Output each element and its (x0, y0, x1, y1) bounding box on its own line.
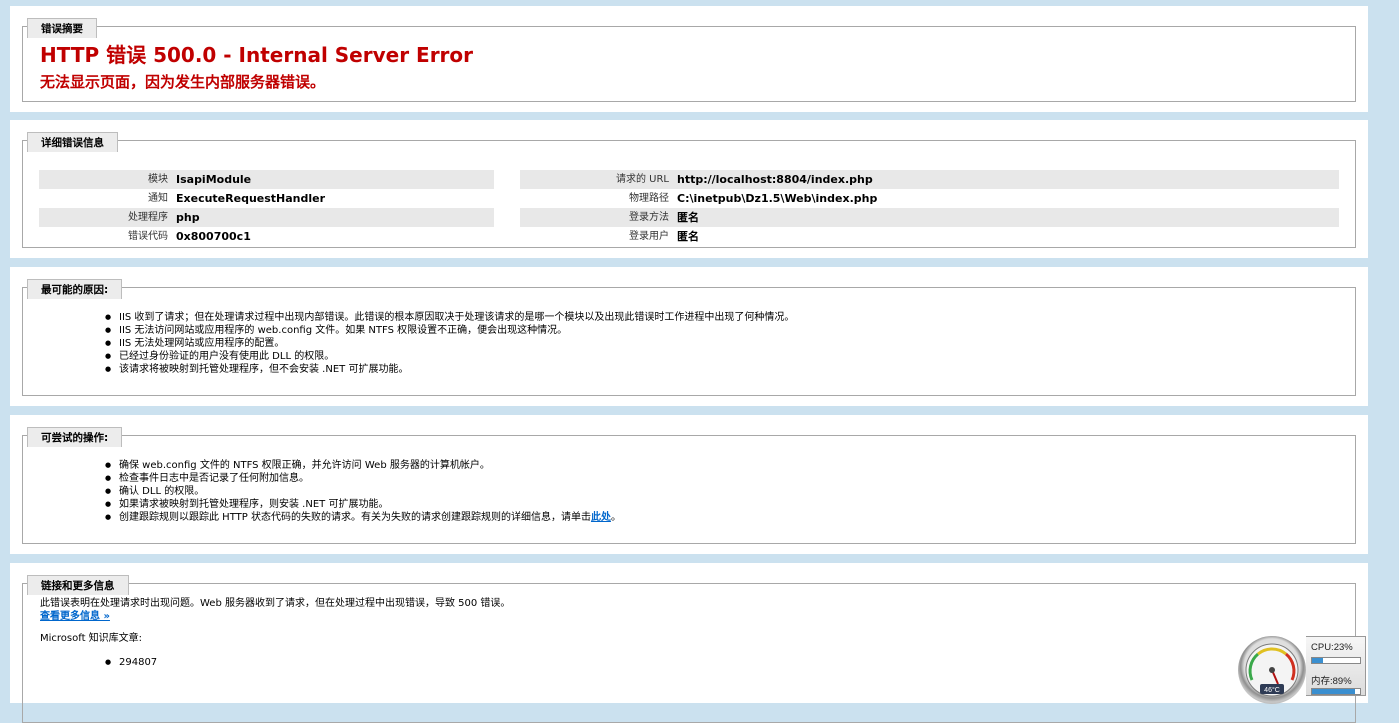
detail-label: 请求的 URL (615, 174, 669, 185)
detail-label: 模块 (148, 174, 168, 185)
memory-bar (1311, 688, 1361, 695)
memory-label: 内存:89% (1311, 676, 1352, 687)
summary-legend: 错误摘要 (27, 18, 97, 38)
list-item-end: 。 (610, 512, 621, 523)
links-panel: 链接和更多信息 此错误表明在处理请求时出现问题。Web 服务器收到了请求，但在处… (10, 563, 1368, 723)
list-item: 如果请求被映射到托管处理程序，则安装 .NET 可扩展功能。 (105, 498, 621, 511)
list-item: 创建跟踪规则以跟踪此 HTTP 状态代码的失败的请求。有关为失败的请求创建跟踪规… (105, 511, 621, 524)
detail-label: 通知 (148, 193, 168, 204)
detail-value: php (176, 211, 200, 224)
actions-fieldset: 可尝试的操作: 确保 web.config 文件的 NTFS 权限正确，并允许访… (22, 427, 1356, 544)
causes-panel: 最可能的原因: IIS 收到了请求；但在处理请求过程中出现内部错误。此错误的根本… (10, 267, 1368, 406)
gadget-side-panel: CPU:23% 内存:89% (1306, 636, 1366, 696)
actions-list: 确保 web.config 文件的 NTFS 权限正确，并允许访问 Web 服务… (105, 459, 621, 524)
more-info-link[interactable]: 查看更多信息 » (40, 611, 110, 622)
cpu-bar-fill (1312, 658, 1324, 663)
gauge-face-icon: 46°C (1245, 643, 1299, 697)
list-item: 检查事件日志中是否记录了任何附加信息。 (105, 472, 621, 485)
detail-value: ExecuteRequestHandler (176, 192, 326, 205)
causes-legend: 最可能的原因: (27, 279, 123, 299)
gauge-dial: 46°C (1238, 636, 1306, 704)
details-left-table: 模块 IsapiModule 通知 ExecuteRequestHandler … (39, 170, 494, 246)
list-item: 该请求将被映射到托管处理程序，但不会安装 .NET 可扩展功能。 (105, 363, 794, 376)
details-legend: 详细错误信息 (27, 132, 118, 152)
links-legend: 链接和更多信息 (27, 575, 129, 595)
detail-row: 登录方法 匿名 (520, 208, 1339, 227)
summary-panel: 错误摘要 HTTP 错误 500.0 - Internal Server Err… (10, 6, 1368, 112)
memory-bar-fill (1312, 689, 1355, 694)
list-item: IIS 无法访问网站或应用程序的 web.config 文件。如果 NTFS 权… (105, 324, 794, 337)
list-item: IIS 收到了请求；但在处理请求过程中出现内部错误。此错误的根本原因取决于处理该… (105, 311, 794, 324)
detail-row: 登录用户 匿名 (520, 227, 1339, 246)
detail-label: 错误代码 (128, 231, 168, 242)
kb-label: Microsoft 知识库文章: (40, 633, 143, 644)
detail-value: http://localhost:8804/index.php (677, 173, 873, 186)
detail-row: 模块 IsapiModule (39, 170, 494, 189)
cpu-label: CPU:23% (1311, 642, 1353, 653)
links-fieldset: 链接和更多信息 此错误表明在处理请求时出现问题。Web 服务器收到了请求，但在处… (22, 575, 1356, 723)
list-item: 确保 web.config 文件的 NTFS 权限正确，并允许访问 Web 服务… (105, 459, 621, 472)
cpu-bar (1311, 657, 1361, 664)
list-item-text: 创建跟踪规则以跟踪此 HTTP 状态代码的失败的请求。有关为失败的请求创建跟踪规… (119, 512, 591, 523)
causes-list: IIS 收到了请求；但在处理请求过程中出现内部错误。此错误的根本原因取决于处理该… (105, 311, 794, 376)
error-title: HTTP 错误 500.0 - Internal Server Error (40, 43, 474, 67)
details-panel: 详细错误信息 模块 IsapiModule 通知 ExecuteRequestH… (10, 120, 1368, 258)
list-item: 已经过身份验证的用户没有使用此 DLL 的权限。 (105, 350, 794, 363)
detail-value: 匿名 (677, 230, 699, 243)
kb-list: 294807 (105, 656, 157, 669)
detail-label: 处理程序 (128, 212, 168, 223)
detail-value: 匿名 (677, 211, 699, 224)
list-item: IIS 无法处理网站或应用程序的配置。 (105, 337, 794, 350)
detail-row: 请求的 URL http://localhost:8804/index.php (520, 170, 1339, 189)
error-subtitle: 无法显示页面，因为发生内部服务器错误。 (40, 73, 326, 91)
links-description: 此错误表明在处理请求时出现问题。Web 服务器收到了请求，但在处理过程中出现错误… (40, 598, 511, 609)
detail-label: 登录用户 (629, 231, 669, 242)
detail-row: 通知 ExecuteRequestHandler (39, 189, 494, 208)
detail-value: IsapiModule (176, 173, 252, 186)
detail-row: 错误代码 0x800700c1 (39, 227, 494, 246)
detail-row: 处理程序 php (39, 208, 494, 227)
causes-fieldset: 最可能的原因: IIS 收到了请求；但在处理请求过程中出现内部错误。此错误的根本… (22, 279, 1356, 396)
details-right-table: 请求的 URL http://localhost:8804/index.php … (520, 170, 1339, 246)
list-item: 294807 (105, 656, 157, 669)
detail-value: 0x800700c1 (176, 230, 251, 243)
detail-row: 物理路径 C:\inetpub\Dz1.5\Web\index.php (520, 189, 1339, 208)
actions-legend: 可尝试的操作: (27, 427, 123, 447)
trace-rule-link[interactable]: 此处 (591, 512, 611, 523)
details-fieldset: 详细错误信息 模块 IsapiModule 通知 ExecuteRequestH… (22, 132, 1356, 248)
list-item: 确认 DLL 的权限。 (105, 485, 621, 498)
summary-fieldset: 错误摘要 HTTP 错误 500.0 - Internal Server Err… (22, 18, 1356, 102)
detail-label: 登录方法 (629, 212, 669, 223)
more-info-paragraph: 查看更多信息 » (40, 610, 110, 623)
detail-label: 物理路径 (629, 193, 669, 204)
actions-panel: 可尝试的操作: 确保 web.config 文件的 NTFS 权限正确，并允许访… (10, 415, 1368, 554)
cpu-meter-gadget[interactable]: CPU:23% 内存:89% 46°C (1238, 636, 1368, 704)
detail-value: C:\inetpub\Dz1.5\Web\index.php (677, 192, 878, 205)
